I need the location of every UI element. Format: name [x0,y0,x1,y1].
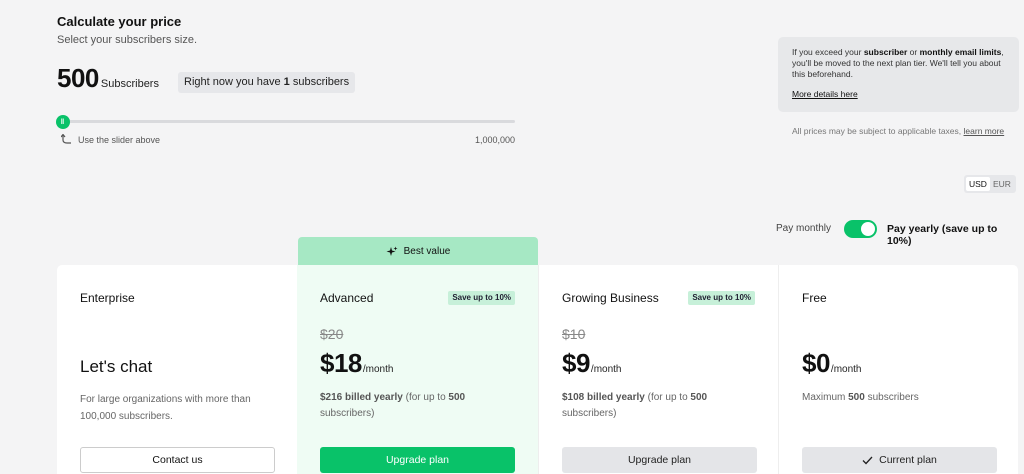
old-price: $20 [320,326,344,342]
billed-end: subscribers) [562,408,617,419]
info-text-2: or [907,47,920,57]
billed-end: subscribers) [320,408,375,419]
currency-eur[interactable]: EUR [990,177,1014,191]
plan-card-enterprise: Enterprise Let's chat For large organiza… [57,265,297,474]
plan-description: For large organizations with more than 1… [80,394,251,422]
more-details-link[interactable]: More details here [792,89,1005,100]
plan-name: Enterprise [80,291,135,305]
plan-name: Free [802,291,827,305]
billed-mid: (for up to [644,392,691,403]
plan-name: Growing Business [562,291,659,305]
plan-headline: Let's chat [80,357,153,376]
plan-name: Advanced [320,291,374,305]
price-amount: $18 [320,348,362,378]
subscriber-count-value: 500 [57,63,99,93]
pay-monthly-label[interactable]: Pay monthly [776,223,831,234]
plan-card-free: Free $0 /month Maximum 500 subscribers C… [778,265,1018,474]
desc-suffix: subscribers [864,392,919,403]
currency-usd[interactable]: USD [966,177,990,191]
plan-price: $0 /month [802,348,862,379]
curved-arrow-icon [61,134,71,144]
billing-note: $216 billed yearly (for up to 500 subscr… [320,390,520,422]
billing-note: $108 billed yearly (for up to 500 subscr… [562,390,762,422]
tax-note-text: All prices may be subject to applicable … [792,126,964,136]
slider-hint: Use the slider above [61,134,160,145]
save-badge: Save up to 10% [688,291,755,305]
page-subtitle: Select your subscribers size. [57,34,197,46]
checkmark-icon [862,456,873,464]
billed-amount: $216 billed yearly [320,392,403,403]
current-plan-label: Current plan [879,454,937,466]
plan-description: Maximum 500 subscribers [802,390,1002,406]
info-text-1: If you exceed your [792,47,864,57]
upgrade-growing-business-button[interactable]: Upgrade plan [562,447,757,473]
info-bold-1: subscriber [863,47,908,57]
info-bold-2: monthly email limits [919,47,1002,57]
plan-card-advanced: Advanced Save up to 10% $20 $18 /month $… [297,265,538,474]
plan-card-growing-business: Growing Business Save up to 10% $10 $9 /… [538,265,778,474]
upgrade-advanced-button[interactable]: Upgrade plan [320,447,515,473]
price-amount: $9 [562,348,590,378]
price-period: /month [362,364,394,375]
learn-more-link[interactable]: learn more [964,126,1005,136]
billed-mid: (for up to [402,392,449,403]
currency-switcher: USD EUR [964,175,1016,193]
plan-price: $9 /month [562,348,622,379]
old-price: $10 [562,326,586,342]
subscriber-slider-handle[interactable]: ‖ [56,115,70,129]
plans-grid: Enterprise Let's chat For large organiza… [57,265,1018,474]
billed-amount: $108 billed yearly [562,392,645,403]
subscriber-count-unit: Subscribers [100,78,159,90]
price-amount: $0 [802,348,830,378]
limits-info-box: If you exceed your subscriber or monthly… [778,37,1019,112]
desc-prefix: Maximum [802,392,849,403]
billed-count: 500 [690,392,708,403]
desc-count: 500 [848,392,865,403]
slider-hint-text: Use the slider above [78,134,161,145]
save-badge: Save up to 10% [448,291,515,305]
price-period: /month [830,364,862,375]
current-subscribers-prefix: Right now you have [184,76,284,88]
page-title: Calculate your price [57,14,182,29]
pay-yearly-label[interactable]: Pay yearly (save up to 10%) [887,223,1024,247]
current-subscribers-badge: Right now you have 1 subscribers [178,72,356,93]
contact-us-button[interactable]: Contact us [80,447,275,473]
best-value-banner: Best value [298,237,538,266]
slider-max-label: 1,000,000 [475,135,516,145]
subscriber-slider-track[interactable] [57,120,515,123]
plan-price: $18 /month [320,348,393,379]
current-plan-button[interactable]: Current plan [802,447,997,473]
billed-count: 500 [448,392,466,403]
billing-period-toggle[interactable] [844,220,877,238]
sparkles-icon [386,246,398,256]
best-value-label: Best value [403,246,451,257]
subscriber-count: 500 Subscribers [57,63,159,94]
tax-note: All prices may be subject to applicable … [792,126,1004,136]
current-subscribers-suffix: subscribers [289,76,350,88]
price-period: /month [590,364,622,375]
